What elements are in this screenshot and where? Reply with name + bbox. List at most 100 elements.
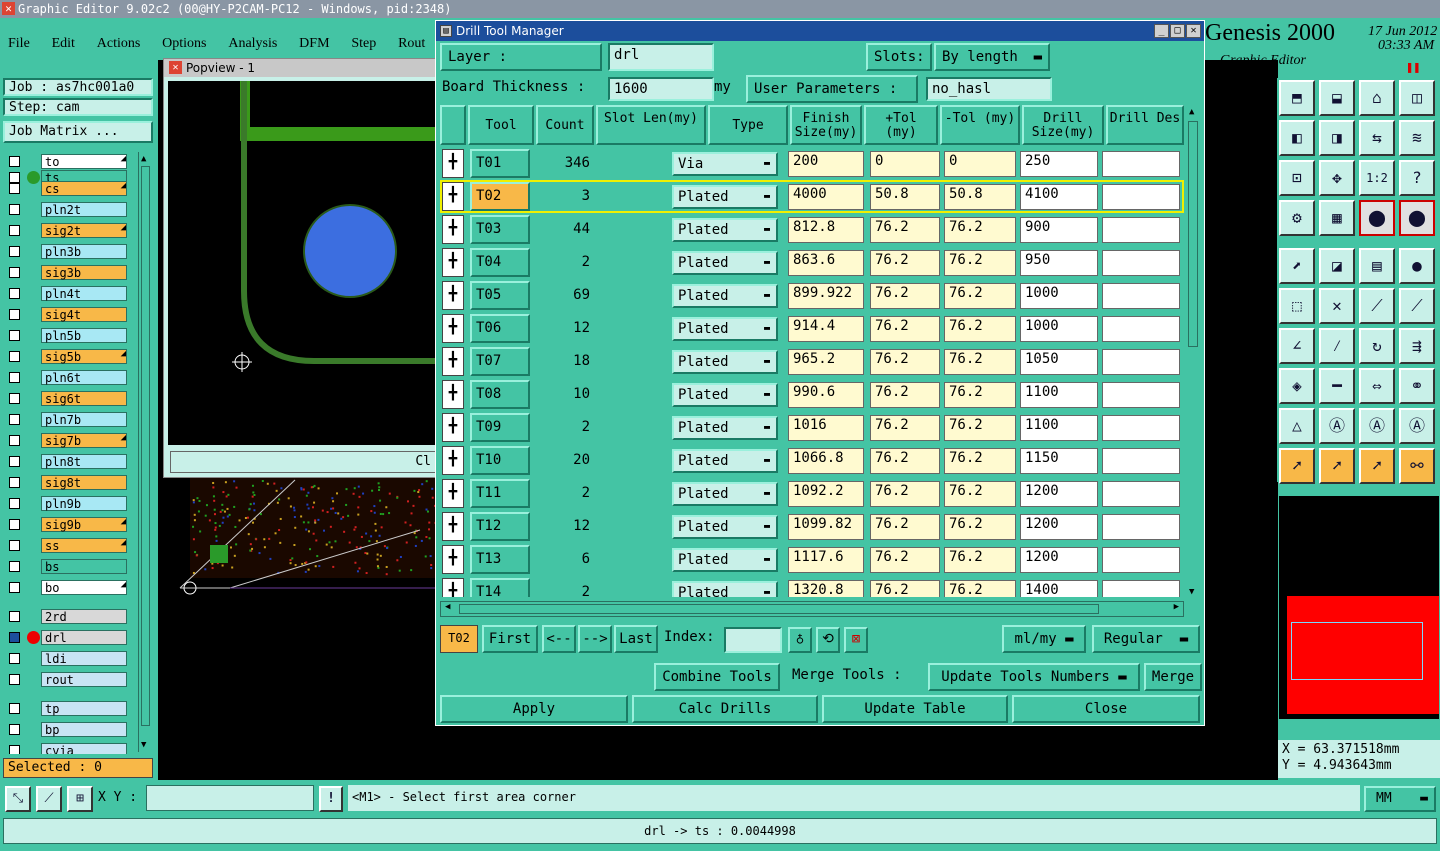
tool-type-menu[interactable]: Plated ▬ xyxy=(672,317,778,341)
menu-file[interactable]: File xyxy=(8,36,30,52)
tool-type-menu[interactable]: Plated ▬ xyxy=(672,350,778,374)
drill-size[interactable]: 1400 xyxy=(1020,580,1098,597)
xy-input[interactable] xyxy=(146,785,314,811)
fit-icon[interactable]: ⊡ xyxy=(1279,160,1315,196)
layer-checkbox[interactable] xyxy=(9,330,20,341)
split-icon[interactable]: ⇶ xyxy=(1399,328,1435,364)
plus-tolerance[interactable]: 0 xyxy=(870,151,940,177)
segment-icon[interactable]: ━ xyxy=(1319,368,1355,404)
tool-id[interactable]: T03 xyxy=(470,215,530,244)
minimize-button[interactable]: _ xyxy=(1154,24,1169,38)
layer-row-pln9b[interactable]: pln9b xyxy=(5,496,129,511)
minus-tolerance[interactable]: 50.8 xyxy=(944,184,1016,210)
layer-row-rout[interactable]: rout xyxy=(5,672,129,687)
tool-type-menu[interactable]: Plated ▬ xyxy=(672,548,778,572)
header-select-all[interactable] xyxy=(440,105,466,145)
overview-map[interactable] xyxy=(1278,495,1440,720)
layer-row-sig6t[interactable]: sig6t xyxy=(5,391,129,406)
plus-tolerance[interactable]: 76.2 xyxy=(870,217,940,243)
plus-tolerance[interactable]: 76.2 xyxy=(870,283,940,309)
layer-row-pln7b[interactable]: pln7b xyxy=(5,412,129,427)
drill-size[interactable]: 900 xyxy=(1020,217,1098,243)
save-icon[interactable]: ⬒ xyxy=(1279,80,1315,116)
layer-row-ss[interactable]: ss ◢ xyxy=(5,538,129,553)
layer-checkbox[interactable] xyxy=(9,393,20,404)
window-icon[interactable]: ◫ xyxy=(1399,80,1435,116)
menu-edit[interactable]: Edit xyxy=(52,36,75,52)
layer-row-sig3b[interactable]: sig3b xyxy=(5,265,129,280)
layer-checkbox[interactable] xyxy=(9,456,20,467)
finish-size[interactable]: 1016 xyxy=(788,415,864,441)
table-vertical-scrollbar[interactable]: ▲ ▼ xyxy=(1186,107,1202,597)
minus-tolerance[interactable]: 76.2 xyxy=(944,349,1016,375)
layer-checkbox[interactable] xyxy=(9,288,20,299)
anchor-red-icon[interactable]: Ⓐ xyxy=(1399,408,1435,444)
finish-size[interactable]: 899.922 xyxy=(788,283,864,309)
layer-checkbox[interactable] xyxy=(9,204,20,215)
finish-size[interactable]: 1066.8 xyxy=(788,448,864,474)
layer-checkbox[interactable] xyxy=(9,156,20,167)
drill-designation[interactable] xyxy=(1102,250,1180,276)
row-select-icon[interactable]: ╋ xyxy=(442,215,464,244)
minus-tolerance[interactable]: 76.2 xyxy=(944,382,1016,408)
layer-row-bo[interactable]: bo ◢ xyxy=(5,580,129,595)
drill-size[interactable]: 1200 xyxy=(1020,547,1098,573)
minus-tolerance[interactable]: 76.2 xyxy=(944,283,1016,309)
cross-icon[interactable]: ✕ xyxy=(1319,288,1355,324)
help-icon[interactable]: ? xyxy=(1399,160,1435,196)
tool-id[interactable]: T04 xyxy=(470,248,530,277)
tool-type-menu[interactable]: Plated ▬ xyxy=(672,185,778,209)
layer-row-pln5b[interactable]: pln5b xyxy=(5,328,129,343)
row-select-icon[interactable]: ╋ xyxy=(442,545,464,574)
drill-designation[interactable] xyxy=(1102,448,1180,474)
drill-size[interactable]: 950 xyxy=(1020,250,1098,276)
route-icon[interactable]: ⚯ xyxy=(1399,448,1435,484)
measure-icon[interactable]: ⟋ xyxy=(36,786,62,812)
popview-canvas[interactable] xyxy=(168,81,438,445)
column-header[interactable]: Type xyxy=(708,105,788,145)
drill-designation[interactable] xyxy=(1102,415,1180,441)
layer-checkbox[interactable] xyxy=(9,225,20,236)
plus-tolerance[interactable]: 50.8 xyxy=(870,184,940,210)
tool-type-menu[interactable]: Plated ▬ xyxy=(672,581,778,597)
drill-size[interactable]: 1200 xyxy=(1020,514,1098,540)
units-menu[interactable]: MM ▬ xyxy=(1364,786,1436,812)
wave-icon[interactable]: ≋ xyxy=(1399,120,1435,156)
row-select-icon[interactable]: ╋ xyxy=(442,347,464,376)
rotate-icon[interactable]: ↻ xyxy=(1359,328,1395,364)
drill-size[interactable]: 1100 xyxy=(1020,382,1098,408)
drill-designation[interactable] xyxy=(1102,184,1180,210)
plus-tolerance[interactable]: 76.2 xyxy=(870,349,940,375)
cursor-select-icon[interactable]: ➚ xyxy=(1359,448,1395,484)
layer-row-pln4t[interactable]: pln4t xyxy=(5,286,129,301)
table-row[interactable]: ╋ T08 10 Plated ▬ 990.6 76.2 76.2 1100 xyxy=(440,378,1184,411)
layer-checkbox[interactable] xyxy=(9,498,20,509)
pad-icon[interactable]: ● xyxy=(1399,248,1435,284)
plus-tolerance[interactable]: 76.2 xyxy=(870,250,940,276)
layer-checkbox[interactable] xyxy=(9,435,20,446)
row-select-icon[interactable]: ╋ xyxy=(442,413,464,442)
drill-designation[interactable] xyxy=(1102,217,1180,243)
table-row[interactable]: ╋ T09 2 Plated ▬ 1016 76.2 76.2 1100 xyxy=(440,411,1184,444)
cursor-frame-icon[interactable]: ➚ xyxy=(1319,448,1355,484)
drill-designation[interactable] xyxy=(1102,481,1180,507)
layer-checkbox[interactable] xyxy=(9,309,20,320)
ruler-icon[interactable]: ▤ xyxy=(1359,248,1395,284)
layer-checkbox[interactable] xyxy=(9,745,20,754)
menu-rout[interactable]: Rout xyxy=(398,36,425,52)
drill-designation[interactable] xyxy=(1102,580,1180,597)
drill-designation[interactable] xyxy=(1102,514,1180,540)
color-icon[interactable]: ◪ xyxy=(1319,248,1355,284)
layer-row-bp[interactable]: bp xyxy=(5,722,129,737)
layer-row-tp[interactable]: tp xyxy=(5,701,129,716)
menu-actions[interactable]: Actions xyxy=(97,36,141,52)
tool-type-menu[interactable]: Plated ▬ xyxy=(672,515,778,539)
swap-icon[interactable]: ⇆ xyxy=(1359,120,1395,156)
layer-row-ldi[interactable]: ldi xyxy=(5,651,129,666)
row-select-icon[interactable]: ╋ xyxy=(442,281,464,310)
zoom-area-icon[interactable]: ⤡ xyxy=(5,786,31,812)
triangle-icon[interactable]: △ xyxy=(1279,408,1315,444)
ratio-icon[interactable]: 1:2 xyxy=(1359,160,1395,196)
plus-tolerance[interactable]: 76.2 xyxy=(870,316,940,342)
column-header[interactable]: Count xyxy=(536,105,594,145)
